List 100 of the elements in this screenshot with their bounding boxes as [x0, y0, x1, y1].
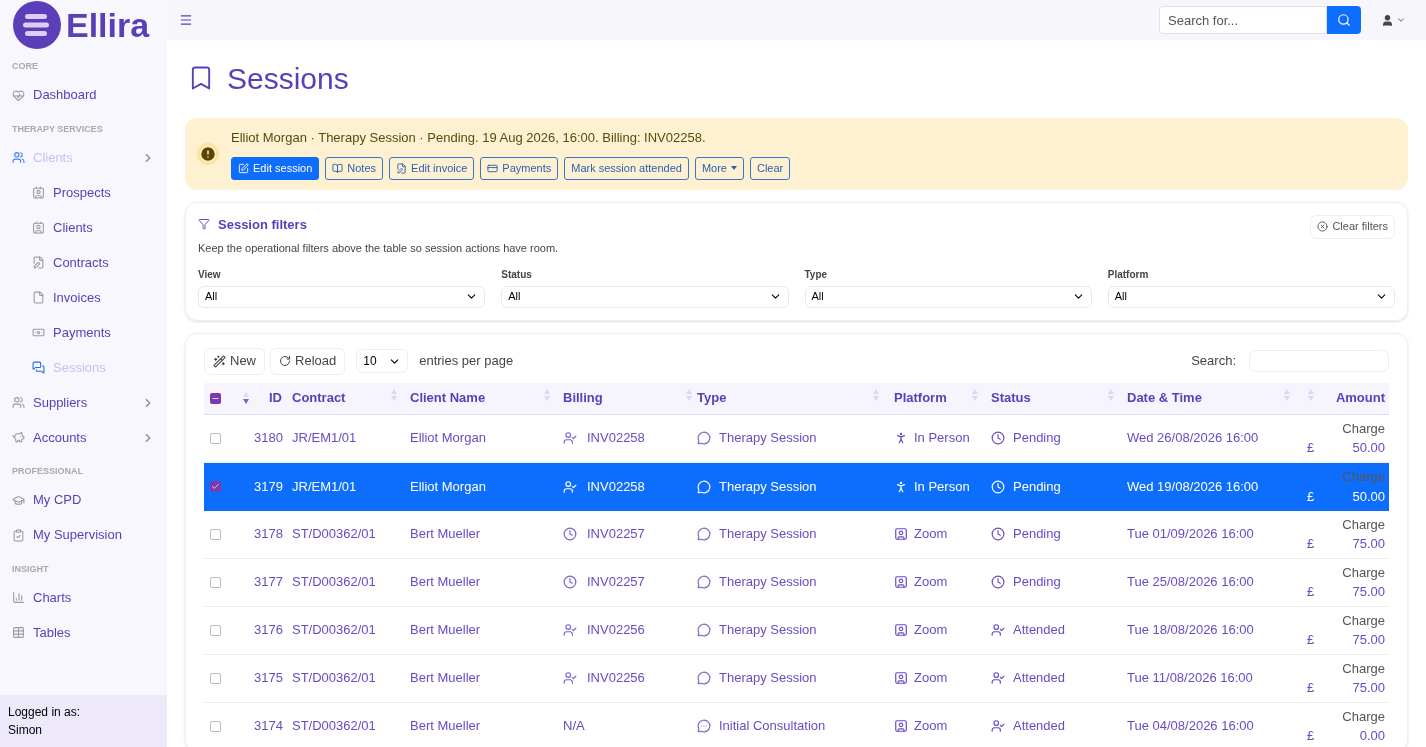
table-cell-text: In Person: [914, 429, 970, 448]
row-checkbox[interactable]: [210, 576, 221, 588]
table-cell: ST/D00362/01: [292, 574, 376, 590]
logged-in-label: Logged in as:: [8, 704, 82, 721]
table-cell: 3176: [254, 622, 283, 638]
alert-action-button[interactable]: Edit session: [231, 156, 320, 180]
amount-label: Charge: [1342, 419, 1385, 438]
sidebar-item[interactable]: Accounts: [0, 420, 167, 455]
sidebar-item[interactable]: My Supervision: [0, 517, 167, 553]
alert-action-button[interactable]: Mark session attended: [564, 156, 689, 180]
reload-button[interactable]: Reload: [270, 347, 346, 375]
amount-value: 50.00: [1352, 439, 1385, 457]
column-header[interactable]: Type: [697, 388, 727, 408]
clear-filters-button[interactable]: Clear filters: [1310, 214, 1395, 239]
user-menu-button[interactable]: [1381, 13, 1406, 27]
table-cell: Tue 18/08/2026 16:00: [1127, 622, 1254, 638]
column-header[interactable]: Amount: [1335, 388, 1385, 408]
amount-label: Charge: [1342, 707, 1385, 726]
filter-select[interactable]: All: [501, 285, 789, 308]
amount-value: 50.00: [1352, 487, 1385, 506]
sort-icon[interactable]: [242, 391, 250, 405]
alert-action-button[interactable]: More: [694, 156, 744, 180]
sidebar-item[interactable]: Charts: [0, 580, 167, 615]
sidebar-item[interactable]: Contracts: [0, 245, 167, 280]
table-row[interactable]: 3180 JR/EM1/01 Elliot Morgan INV02258 Therapy Session In Person Pending Wed 26/08/2026 16:00 Charge £ 50.00: [204, 414, 1389, 463]
table-search-label: Search:: [1191, 352, 1236, 371]
sidebar-item[interactable]: Clients: [0, 210, 167, 245]
person-check-icon: [563, 671, 577, 685]
person-check-icon: [991, 623, 1005, 637]
table-cell-text: INV02258: [587, 429, 645, 448]
brand-name: Ellira: [66, 8, 150, 42]
table-cell-text: INV02257: [587, 525, 645, 544]
table-cell: Tue 11/08/2026 16:00: [1127, 670, 1253, 686]
filter-label: View: [198, 267, 222, 282]
heart-pulse-icon: [12, 88, 25, 102]
user-name: Simon: [8, 722, 43, 739]
row-checkbox[interactable]: [210, 481, 221, 492]
filter-icon: [198, 218, 210, 231]
table-cell: Bert Mueller: [410, 670, 481, 686]
sidebar-item[interactable]: Dashboard: [0, 77, 167, 113]
sidebar-item[interactable]: My CPD: [0, 482, 167, 518]
currency-symbol: £: [1307, 631, 1315, 649]
table-icon: [12, 626, 25, 639]
user-square-icon: [894, 719, 908, 733]
book-icon: [332, 162, 344, 174]
sidebar-item[interactable]: Tables: [0, 615, 167, 650]
speech-bubble-icon: [697, 479, 711, 494]
filter-select[interactable]: All: [804, 285, 1092, 308]
amount-value: 75.00: [1352, 535, 1385, 553]
page-size-select[interactable]: 10: [356, 349, 409, 373]
table-row[interactable]: 3179 JR/EM1/01 Elliot Morgan INV02258 Therapy Session In Person Pending Wed 19/08/2026 16:00 Charge £ 50.00: [204, 462, 1389, 511]
alert-action-button[interactable]: Edit invoice: [389, 156, 475, 180]
person-check-icon: [991, 719, 1005, 733]
column-header[interactable]: Contract: [292, 388, 346, 408]
row-checkbox[interactable]: [210, 624, 221, 636]
filter-select[interactable]: All: [1107, 285, 1395, 308]
menu-icon[interactable]: [179, 13, 193, 27]
alert-action-button[interactable]: Clear: [750, 156, 791, 180]
search-button[interactable]: [1327, 6, 1361, 34]
alert-action-button[interactable]: Notes: [325, 156, 384, 180]
search-field[interactable]: Search for...: [1159, 6, 1327, 34]
row-checkbox[interactable]: [210, 672, 221, 684]
column-header[interactable]: Client Name: [410, 388, 486, 408]
people-icon: [12, 151, 25, 164]
sidebar-item[interactable]: Payments: [0, 315, 167, 350]
column-header[interactable]: Platform: [894, 388, 947, 408]
table-row[interactable]: 3178 ST/D00362/01 Bert Mueller INV02257 Therapy Session Zoom Pending Tue 01/09/2026 16:00 Charge £ 75.00: [204, 510, 1389, 559]
clock-icon: [991, 575, 1005, 589]
table-row[interactable]: 3176 ST/D00362/01 Bert Mueller INV02256 Therapy Session Zoom Attended Tue 18/08/2026 16:00 Charge £ 75.00: [204, 606, 1389, 655]
user-square-icon: [894, 671, 908, 685]
amount-value: 75.00: [1352, 631, 1385, 649]
chat-bubbles-icon: [32, 361, 45, 374]
sidebar-item[interactable]: Invoices: [0, 280, 167, 315]
user-square-icon: [894, 623, 908, 637]
table-cell: ST/D00362/01: [292, 526, 376, 542]
filter-select[interactable]: All: [198, 285, 486, 308]
table-cell: JR/EM1/01: [292, 430, 357, 446]
sidebar-item[interactable]: Prospects: [0, 175, 167, 210]
table-row[interactable]: 3177 ST/D00362/01 Bert Mueller INV02257 Therapy Session Zoom Pending Tue 25/08/2026 16:00 Charge £ 75.00: [204, 558, 1389, 607]
column-header[interactable]: Date & Time: [1127, 388, 1202, 408]
row-checkbox[interactable]: [210, 720, 221, 732]
currency-symbol: £: [1307, 679, 1315, 697]
new-button[interactable]: New: [204, 347, 265, 375]
table-cell-text: Pending: [1013, 429, 1061, 448]
row-checkbox[interactable]: [210, 528, 221, 540]
amount-value: 75.00: [1352, 679, 1385, 697]
section-heading: INSIGHT: [11, 562, 50, 576]
select-all-checkbox[interactable]: [210, 392, 221, 404]
column-header[interactable]: Status: [991, 388, 1031, 408]
table-row[interactable]: 3174 ST/D00362/01 Bert Mueller N/A Initial Consultation Zoom Attended Tue 04/08/2026 16:00 Charge £ 0.00: [204, 702, 1389, 747]
file-pen-icon: [396, 162, 408, 174]
row-checkbox[interactable]: [210, 432, 221, 444]
table-row[interactable]: 3175 ST/D00362/01 Bert Mueller INV02256 Therapy Session Zoom Attended Tue 11/08/2026 16:00 Charge £ 75.00: [204, 654, 1389, 703]
alert-action-button[interactable]: Payments: [480, 156, 559, 180]
sidebar-item[interactable]: Suppliers: [0, 385, 167, 420]
amount-label: Charge: [1342, 611, 1385, 630]
speech-bubble-icon: [697, 623, 711, 637]
column-header[interactable]: Billing: [563, 388, 603, 408]
person-check-icon: [563, 479, 577, 494]
column-header[interactable]: ID: [269, 390, 282, 406]
